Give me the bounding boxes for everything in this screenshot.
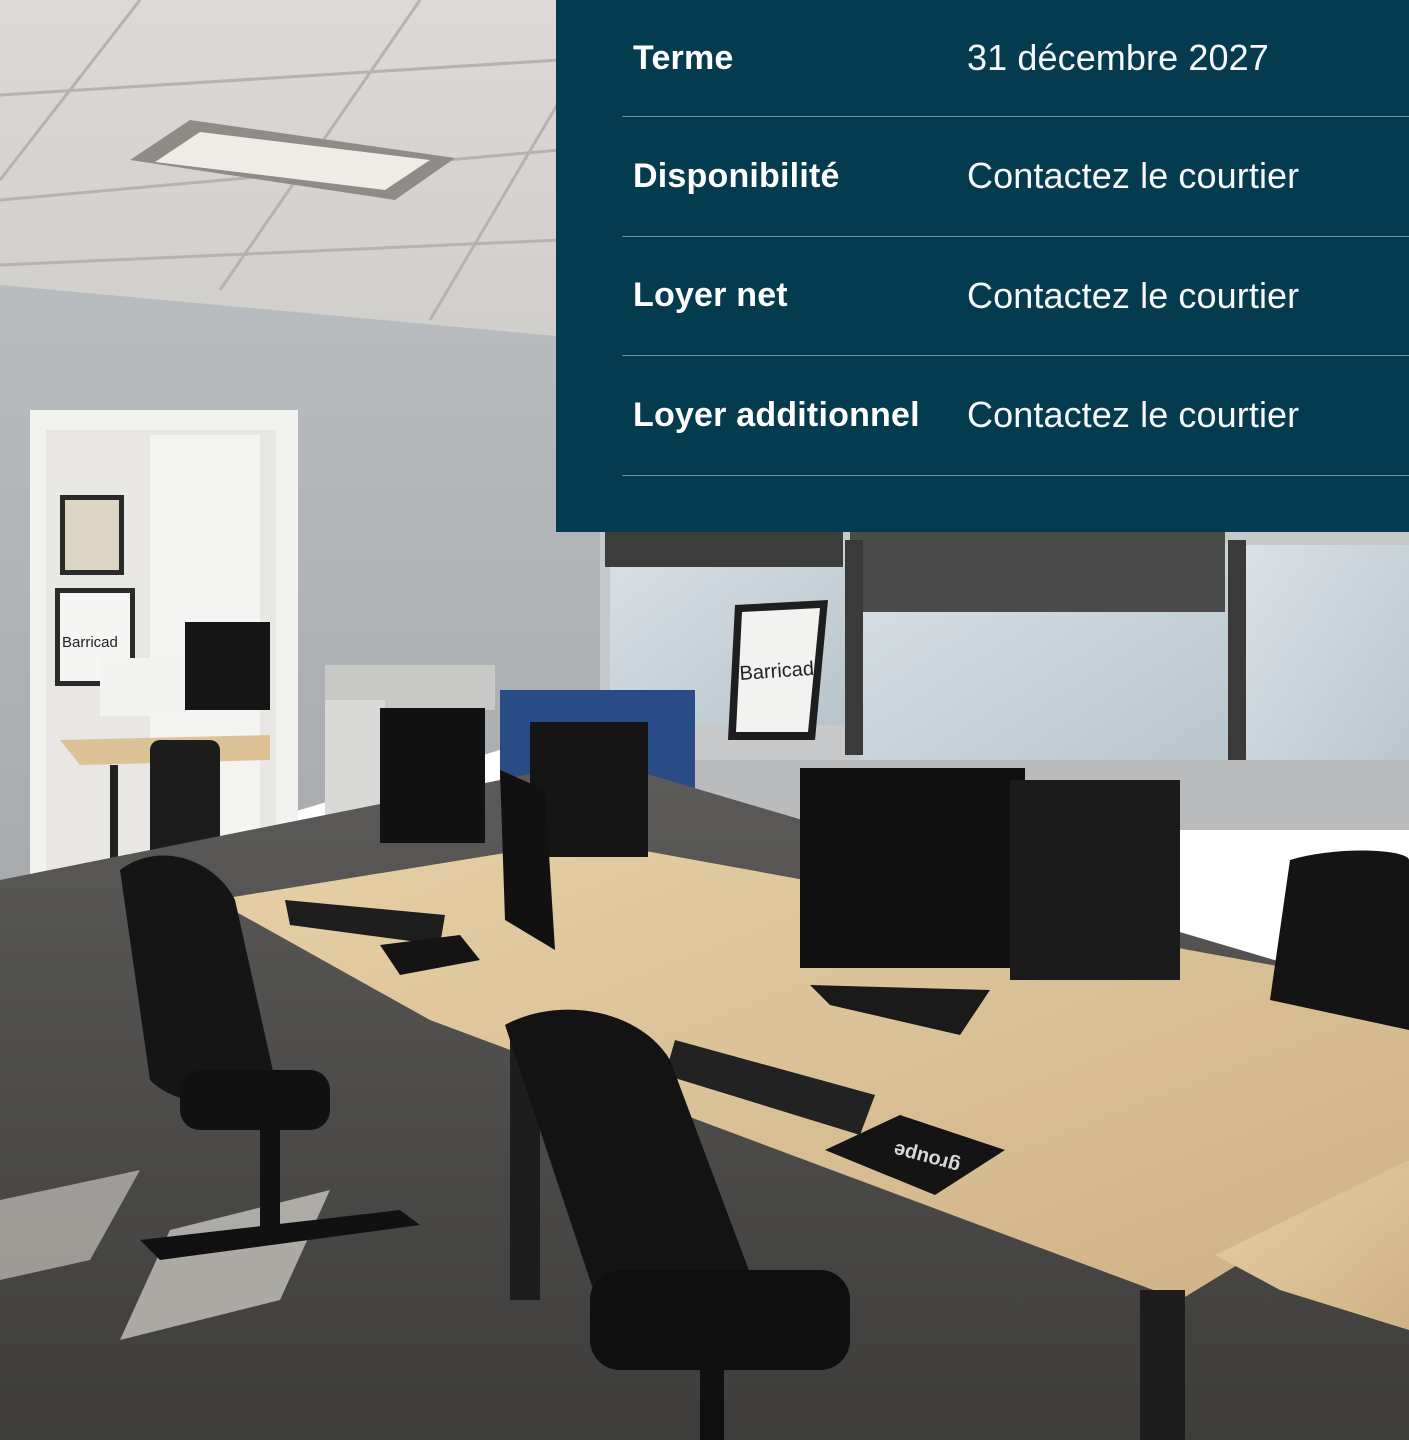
lease-details-panel: Terme 31 décembre 2027 Disponibilité Con… (556, 0, 1409, 532)
chair-right (1270, 850, 1409, 1030)
poster-text-small: Barricad (62, 634, 118, 651)
listing-page: Barricad Barricad groupe Terme 31 décemb… (0, 0, 1409, 1440)
detail-row-term: Terme 31 décembre 2027 (622, 0, 1409, 117)
detail-label: Loyer net (633, 276, 788, 315)
detail-label: Loyer additionnel (633, 395, 920, 434)
detail-value: Contactez le courtier (967, 274, 1300, 316)
detail-row-net-rent: Loyer net Contactez le courtier (622, 237, 1409, 356)
detail-value: Contactez le courtier (967, 155, 1300, 197)
blind-left (605, 532, 843, 567)
monitor-1 (380, 708, 485, 843)
detail-value: Contactez le courtier (967, 394, 1300, 436)
blind-middle (850, 532, 1225, 612)
detail-row-additional-rent: Loyer additionnel Contactez le courtier (622, 356, 1409, 476)
detail-value: 31 décembre 2027 (967, 37, 1269, 78)
detail-label: Terme (633, 38, 734, 77)
detail-row-availability: Disponibilité Contactez le courtier (622, 117, 1409, 237)
detail-label: Disponibilité (633, 156, 840, 195)
monitor-5 (1010, 780, 1180, 980)
inner-monitor (185, 622, 270, 710)
inner-panel (100, 658, 185, 716)
monitor-4 (800, 768, 1025, 968)
